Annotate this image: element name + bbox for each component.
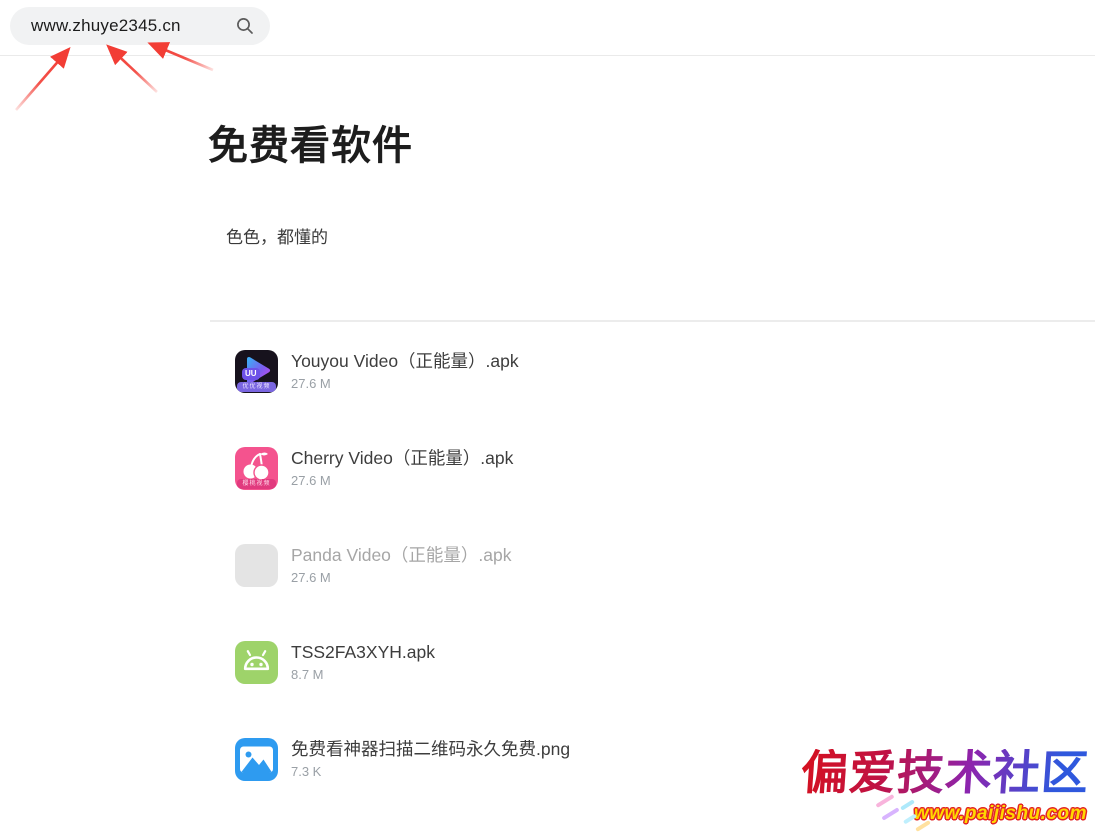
file-size: 7.3 K	[291, 762, 570, 781]
streak	[903, 814, 917, 825]
file-list: UU 优优视频 Youyou Video（正能量）.apk 27.6 M	[208, 350, 1095, 781]
file-size: 27.6 M	[291, 374, 519, 393]
cherry-icon-caption: 樱桃视频	[237, 479, 276, 489]
streak	[881, 808, 899, 821]
file-name: Cherry Video（正能量）.apk	[291, 447, 513, 470]
file-row-cherry[interactable]: 樱桃视频 Cherry Video（正能量）.apk 27.6 M	[235, 447, 513, 490]
file-size: 27.6 M	[291, 471, 513, 490]
search-icon[interactable]	[236, 17, 254, 35]
content-divider	[210, 320, 1095, 322]
file-row-panda[interactable]: Panda Video（正能量）.apk 27.6 M	[235, 544, 511, 587]
youyou-video-app-icon: UU 优优视频	[235, 350, 278, 393]
file-row-youyou[interactable]: UU 优优视频 Youyou Video（正能量）.apk 27.6 M	[235, 350, 519, 393]
folder-title: 免费看软件	[208, 123, 1095, 170]
uu-badge: UU	[242, 368, 260, 380]
file-row-qrcode-png[interactable]: 免费看神器扫描二维码永久免费.png 7.3 K	[235, 738, 570, 781]
image-file-icon	[235, 738, 278, 781]
search-input[interactable]: www.zhuye2345.cn	[31, 16, 236, 36]
file-size: 8.7 M	[291, 665, 435, 684]
file-meta: Panda Video（正能量）.apk 27.6 M	[291, 544, 511, 587]
folder-description: 色色，都懂的	[226, 226, 1095, 250]
file-name: Youyou Video（正能量）.apk	[291, 350, 519, 373]
file-size: 27.6 M	[291, 568, 511, 587]
file-meta: 免费看神器扫描二维码永久免费.png 7.3 K	[291, 738, 570, 781]
file-row-tss[interactable]: TSS2FA3XYH.apk 8.7 M	[235, 641, 435, 684]
file-name: TSS2FA3XYH.apk	[291, 641, 435, 664]
file-meta: Youyou Video（正能量）.apk 27.6 M	[291, 350, 519, 393]
placeholder-icon	[235, 544, 278, 587]
watermark-streaks	[873, 797, 953, 837]
youyou-icon-caption: 优优视频	[237, 382, 276, 392]
search-bar[interactable]: www.zhuye2345.cn	[10, 7, 270, 45]
streak	[915, 820, 931, 832]
file-name: Panda Video（正能量）.apk	[291, 544, 511, 567]
file-meta: TSS2FA3XYH.apk 8.7 M	[291, 641, 435, 684]
android-apk-icon	[235, 641, 278, 684]
file-name: 免费看神器扫描二维码永久免费.png	[291, 738, 570, 761]
top-bar: www.zhuye2345.cn	[0, 0, 1095, 56]
watermark-url: www.paijishu.com	[801, 803, 1087, 825]
folder-content: 免费看软件 色色，都懂的	[0, 123, 1095, 781]
file-meta: Cherry Video（正能量）.apk 27.6 M	[291, 447, 513, 490]
streak	[900, 800, 915, 811]
streak	[875, 794, 894, 808]
download-page: www.zhuye2345.cn	[0, 0, 1095, 837]
cherry-video-app-icon: 樱桃视频	[235, 447, 278, 490]
